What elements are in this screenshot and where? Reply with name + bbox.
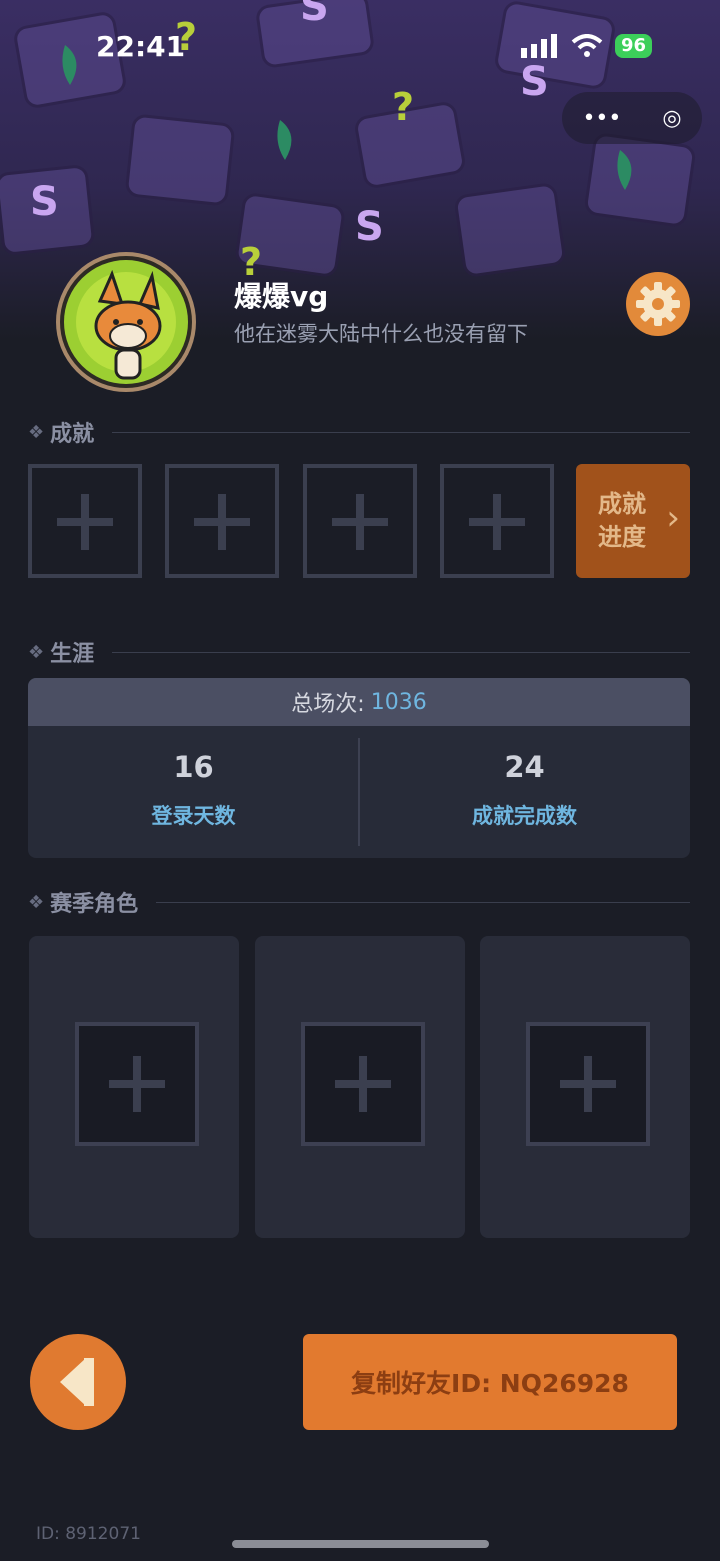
plus-icon-vertical bbox=[584, 1056, 592, 1112]
login-days-value: 16 bbox=[173, 750, 214, 784]
career-section-title: ❖ 生涯 bbox=[28, 636, 690, 668]
role-placeholder bbox=[526, 1022, 650, 1146]
status-icons: 96 bbox=[520, 34, 652, 58]
achievements-title-label: 成就 bbox=[50, 422, 95, 447]
career-panel: 总场次: 1036 16 登录天数 24 成就完成数 bbox=[28, 678, 690, 858]
close-target-button[interactable]: ◎ bbox=[662, 106, 681, 131]
plus-icon-vertical bbox=[81, 494, 89, 550]
copy-friend-id-button[interactable]: 复制好友ID: NQ26928 bbox=[303, 1334, 677, 1430]
more-menu-button[interactable]: ••• bbox=[582, 106, 621, 131]
user-id-footer: ID: 8912071 bbox=[36, 1524, 141, 1544]
achievement-slot-1[interactable] bbox=[28, 464, 142, 578]
user-bio: 他在迷雾大陆中什么也没有留下 bbox=[234, 322, 528, 346]
back-button[interactable] bbox=[30, 1334, 126, 1430]
section-divider bbox=[112, 651, 690, 653]
battery-indicator: 96 bbox=[614, 34, 652, 58]
plus-icon-vertical bbox=[133, 1056, 141, 1112]
mini-program-capsule: ••• ◎ bbox=[562, 92, 702, 144]
status-time: 22:41 bbox=[96, 30, 186, 63]
pattern-s-glyph: S bbox=[30, 179, 59, 225]
achievement-progress-button[interactable]: 成就进度 › bbox=[576, 464, 690, 578]
settings-button[interactable] bbox=[626, 272, 690, 336]
diamond-bullet-icon: ❖ bbox=[28, 891, 45, 913]
achievement-slot-2[interactable] bbox=[165, 464, 279, 578]
signal-icon bbox=[520, 34, 557, 58]
role-placeholder bbox=[301, 1022, 425, 1146]
section-divider bbox=[156, 901, 690, 903]
season-roles-section-title: ❖ 赛季角色 bbox=[28, 886, 690, 918]
home-indicator[interactable] bbox=[232, 1540, 489, 1548]
career-title-label: 生涯 bbox=[50, 642, 95, 667]
total-matches-value: 1036 bbox=[370, 689, 427, 715]
wifi-icon bbox=[571, 34, 603, 57]
plus-icon-vertical bbox=[356, 494, 364, 550]
avatar[interactable] bbox=[56, 252, 196, 392]
season-roles-title-label: 赛季角色 bbox=[50, 892, 139, 917]
chevron-right-icon: › bbox=[666, 498, 680, 538]
diamond-bullet-icon: ❖ bbox=[28, 641, 45, 663]
achievements-completed-stat: 24 成就完成数 bbox=[359, 750, 690, 830]
login-days-stat: 16 登录天数 bbox=[28, 750, 359, 830]
section-divider bbox=[112, 431, 690, 433]
achievement-progress-label: 成就进度 bbox=[598, 490, 646, 551]
diamond-bullet-icon: ❖ bbox=[28, 421, 45, 443]
login-days-label: 登录天数 bbox=[151, 804, 236, 828]
season-role-slot-3[interactable] bbox=[480, 936, 690, 1238]
back-arrow-icon bbox=[60, 1358, 94, 1406]
achievements-completed-label: 成就完成数 bbox=[472, 804, 577, 828]
achievements-completed-value: 24 bbox=[504, 750, 545, 784]
season-role-slot-2[interactable] bbox=[255, 936, 465, 1238]
total-matches-bar: 总场次: 1036 bbox=[28, 678, 690, 726]
pattern-s-glyph: S bbox=[355, 204, 384, 250]
achievements-section-title: ❖ 成就 bbox=[28, 416, 690, 448]
role-placeholder bbox=[75, 1022, 199, 1146]
total-matches-label: 总场次: bbox=[291, 692, 365, 717]
settings-gear-icon bbox=[636, 282, 680, 326]
achievement-slot-3[interactable] bbox=[303, 464, 417, 578]
username: 爆爆vg bbox=[234, 280, 329, 313]
plus-icon-vertical bbox=[218, 494, 226, 550]
season-role-slot-1[interactable] bbox=[29, 936, 239, 1238]
achievement-slot-4[interactable] bbox=[440, 464, 554, 578]
plus-icon-vertical bbox=[359, 1056, 367, 1112]
plus-icon-vertical bbox=[493, 494, 501, 550]
fox-avatar-image bbox=[64, 260, 188, 384]
status-bar: 22:41 96 bbox=[0, 0, 720, 100]
